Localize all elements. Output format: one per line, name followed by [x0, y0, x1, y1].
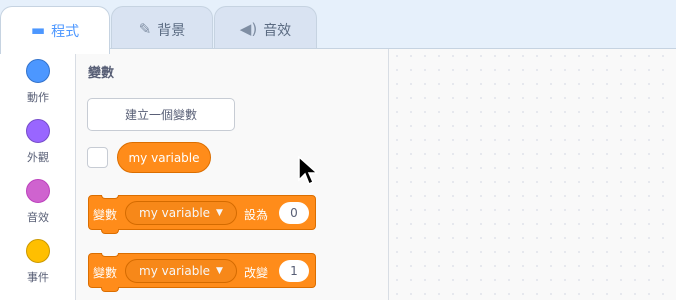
tab-sounds-label: 音效	[263, 22, 292, 39]
brush-icon: ✎	[138, 20, 152, 38]
motion-dot-icon	[26, 59, 50, 83]
category-label: 動作	[27, 91, 49, 104]
change-variable-block[interactable]: 變數 my variable ▼ 改變 1	[88, 253, 316, 292]
looks-dot-icon	[26, 119, 50, 143]
category-looks[interactable]: 外觀	[0, 109, 76, 169]
variable-dropdown[interactable]: my variable ▼	[125, 259, 237, 283]
tab-code[interactable]: ▬ 程式	[0, 6, 110, 54]
value-input[interactable]: 0	[279, 202, 309, 224]
block-operation: 改變	[244, 266, 269, 280]
category-label: 外觀	[27, 151, 49, 164]
tab-backdrops[interactable]: ✎ 背景	[111, 6, 213, 52]
tab-backdrops-label: 背景	[157, 22, 186, 39]
tab-sounds[interactable]: ◀) 音效	[214, 6, 317, 52]
sound-dot-icon	[26, 179, 50, 203]
variable-visibility-checkbox[interactable]	[87, 147, 108, 168]
block-palette: 變數 建立一個變數 my variable 變數 my variable ▼ 設…	[77, 49, 389, 300]
dropdown-value: my variable	[139, 264, 211, 278]
category-label: 音效	[27, 211, 49, 224]
block-operation: 設為	[244, 208, 269, 222]
variable-reporter-block[interactable]: my variable	[117, 142, 211, 173]
script-workspace[interactable]	[390, 49, 676, 300]
make-variable-button[interactable]: 建立一個變數	[87, 98, 235, 131]
variable-dropdown[interactable]: my variable ▼	[125, 201, 237, 225]
tab-code-label: 程式	[51, 23, 80, 40]
palette-section-title: 變數	[88, 66, 115, 81]
category-menu: 動作 外觀 音效 事件	[0, 49, 76, 300]
category-motion[interactable]: 動作	[0, 49, 76, 109]
value-input[interactable]: 1	[279, 260, 309, 282]
category-label: 事件	[27, 271, 49, 284]
speaker-icon: ◀)	[239, 20, 258, 38]
chevron-down-icon: ▼	[216, 266, 223, 276]
block-label: 變數	[93, 266, 118, 280]
events-dot-icon	[26, 239, 50, 263]
editor-tabs: ▬ 程式 ✎ 背景 ◀) 音效	[0, 0, 676, 54]
code-icon: ▬	[30, 21, 46, 39]
block-label: 變數	[93, 208, 118, 222]
category-events[interactable]: 事件	[0, 229, 76, 289]
dropdown-value: my variable	[139, 206, 211, 220]
chevron-down-icon: ▼	[216, 208, 223, 218]
set-variable-block[interactable]: 變數 my variable ▼ 設為 0	[88, 195, 316, 234]
mouse-pointer-icon	[298, 156, 318, 186]
category-sound[interactable]: 音效	[0, 169, 76, 229]
code-area: 動作 外觀 音效 事件 變數 建立一個變數 my variable 變數 my …	[0, 48, 676, 300]
